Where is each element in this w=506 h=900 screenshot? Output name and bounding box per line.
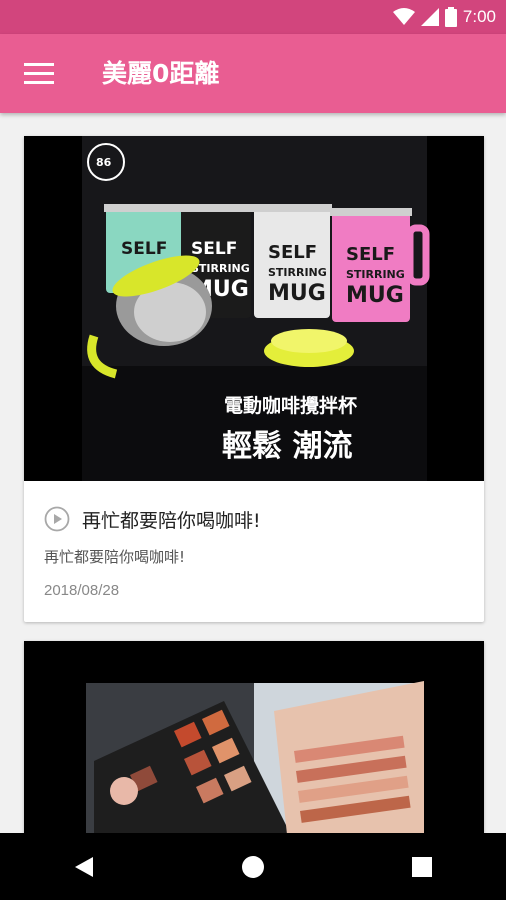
post-date: 2018/08/28 [44, 582, 120, 599]
yellow-lid [264, 329, 354, 367]
svg-text:STIRRING: STIRRING [268, 266, 327, 279]
post-title-row[interactable]: 再忙都要陪你喝咖啡! [44, 504, 261, 534]
svg-text:MUG: MUG [346, 283, 404, 308]
nav-back-button[interactable] [54, 837, 114, 897]
post-subtitle: 再忙都要陪你喝咖啡! [44, 548, 186, 566]
system-nav-bar [0, 833, 506, 900]
nav-recents-button[interactable] [392, 837, 452, 897]
hamburger-menu-icon [24, 63, 54, 84]
post-feed[interactable]: 86 SELF SELF STIRRING MUG SELF STIRRING … [0, 113, 506, 833]
nav-home-button[interactable] [223, 837, 283, 897]
play-circle-icon [44, 506, 70, 532]
battery-icon [444, 7, 457, 27]
status-bar: 7:00 [0, 0, 506, 34]
post-title: 再忙都要陪你喝咖啡! [82, 509, 261, 532]
post-thumbnail[interactable] [24, 641, 484, 833]
svg-text:STIRRING: STIRRING [191, 262, 250, 275]
back-triangle-icon [75, 856, 94, 877]
post-thumbnail[interactable]: 86 SELF SELF STIRRING MUG SELF STIRRING … [24, 136, 484, 481]
cell-signal-icon [420, 8, 439, 26]
brand-badge-text: 86 [96, 156, 112, 169]
svg-text:MUG: MUG [268, 281, 326, 306]
status-icons: 7:00 [392, 0, 496, 34]
post-card[interactable] [24, 641, 484, 833]
wifi-icon [392, 8, 415, 25]
mug-white: SELF STIRRING MUG [252, 204, 332, 318]
svg-text:SELF: SELF [121, 239, 167, 259]
post-card[interactable]: 86 SELF SELF STIRRING MUG SELF STIRRING … [24, 136, 484, 622]
app-title: 美麗0距離 [102, 59, 220, 88]
recents-square-icon [411, 856, 432, 877]
svg-text:SELF: SELF [346, 244, 395, 265]
status-time: 7:00 [462, 7, 496, 26]
app-bar: 美麗0距離 [0, 34, 506, 113]
svg-text:SELF: SELF [191, 239, 237, 259]
svg-text:SELF: SELF [268, 242, 317, 263]
menu-button[interactable] [14, 51, 64, 97]
thumbnail-caption-line1: 電動咖啡攪拌杯 [224, 394, 357, 417]
home-circle-icon [241, 855, 264, 878]
thumbnail-caption-line2: 輕鬆 潮流 [222, 429, 352, 464]
svg-text:STIRRING: STIRRING [346, 268, 405, 281]
